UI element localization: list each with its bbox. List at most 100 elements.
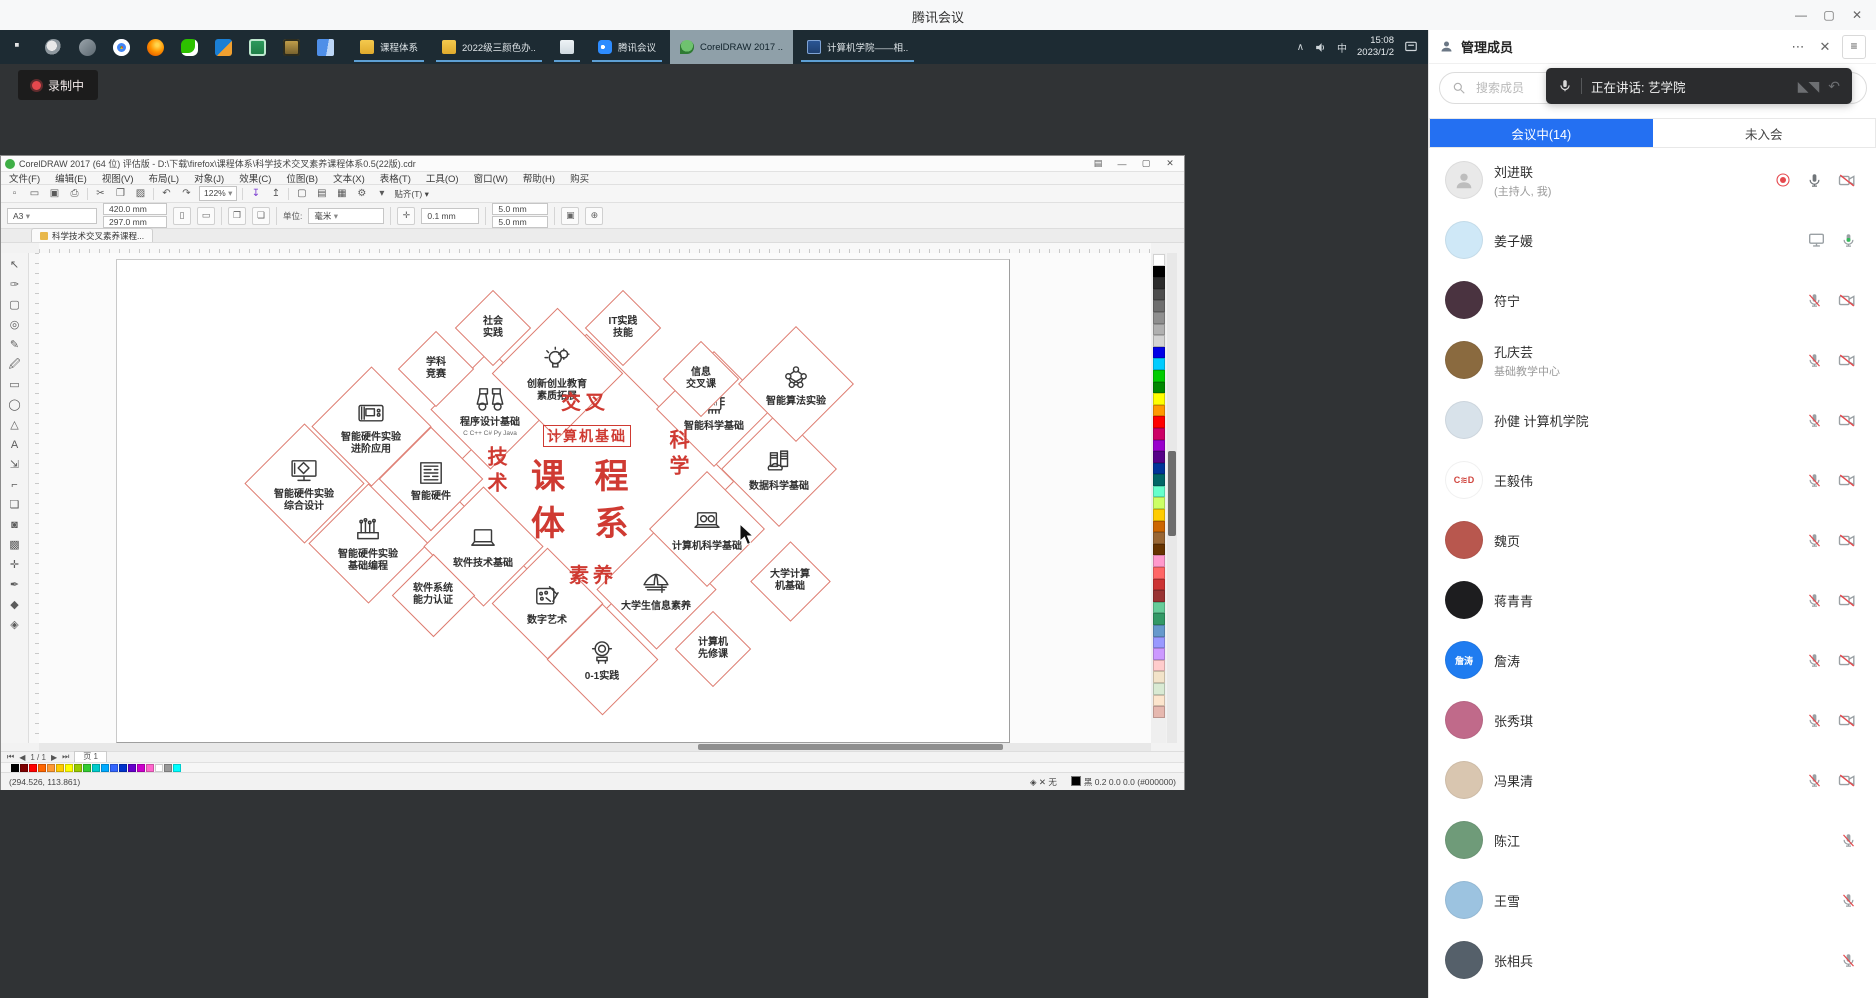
palette-swatch[interactable] [1153, 324, 1165, 336]
palette-swatch[interactable] [1153, 555, 1165, 567]
tab-in-meeting[interactable]: 会议中(14) [1430, 119, 1653, 147]
palette-swatch[interactable] [1153, 393, 1165, 405]
document-palette-swatch[interactable] [155, 764, 163, 772]
toast-undo-icon[interactable]: ↶ [1828, 78, 1840, 95]
participant-row[interactable]: 詹涛詹涛 [1429, 630, 1876, 690]
mic-green-icon[interactable] [1841, 232, 1856, 249]
taskbar-window-腾讯会议[interactable]: 腾讯会议 [588, 30, 666, 64]
page-height-field[interactable]: 297.0 mm [103, 216, 167, 228]
document-palette-swatch[interactable] [83, 764, 91, 772]
tool-shape[interactable]: ✑ [5, 275, 25, 295]
participant-row[interactable]: 蒋青青 [1429, 570, 1876, 630]
palette-swatch[interactable] [1153, 312, 1165, 324]
tool-interactive-fill[interactable]: ◈ [5, 615, 25, 635]
rulers-icon[interactable]: ▤ [314, 187, 329, 201]
taskbar-window-2022级三颜色办..[interactable]: 2022级三颜色办.. [432, 30, 546, 64]
undo-icon[interactable]: ↶ [159, 187, 174, 201]
palette-swatch[interactable] [1153, 521, 1165, 533]
palette-swatch[interactable] [1153, 683, 1165, 695]
app-book-icon[interactable] [310, 32, 340, 62]
document-palette-swatch[interactable] [56, 764, 64, 772]
menu-文件(F)[interactable]: 文件(F) [9, 171, 40, 185]
taskbar-window-课程体系[interactable]: 课程体系 [350, 30, 428, 64]
record-icon[interactable] [1775, 172, 1791, 188]
mic-off-icon[interactable] [1807, 532, 1822, 549]
notification-icon[interactable] [1404, 40, 1418, 54]
document-palette-swatch[interactable] [101, 764, 109, 772]
current-page-icon[interactable]: ❏ [252, 207, 270, 225]
nudge-field[interactable]: 0.1 mm [421, 208, 479, 224]
edge-icon[interactable] [72, 32, 102, 62]
palette-swatch[interactable] [1153, 706, 1165, 718]
cdr-maximize-button[interactable]: ▢ [1136, 158, 1156, 169]
cut-icon[interactable]: ✂ [93, 187, 108, 201]
document-palette-swatch[interactable] [20, 764, 28, 772]
palette-swatch[interactable] [1153, 613, 1165, 625]
app-green-icon[interactable] [242, 32, 272, 62]
tool-outline-pen[interactable]: ✒ [5, 575, 25, 595]
tray-expand-icon[interactable]: ∧ [1297, 42, 1304, 53]
taskbar-window-CorelDRAW 2017 ..[interactable]: CorelDRAW 2017 .. [670, 30, 793, 64]
menu-购买[interactable]: 购买 [570, 171, 589, 185]
palette-swatch[interactable] [1153, 695, 1165, 707]
tool-eyedropper[interactable]: ✛ [5, 555, 25, 575]
tool-contour[interactable]: ◙ [5, 515, 25, 535]
maximize-button[interactable]: ▢ [1816, 4, 1842, 26]
panel-close-icon[interactable]: ✕ [1815, 39, 1835, 55]
cam-off-icon[interactable] [1838, 593, 1856, 608]
palette-swatch[interactable] [1153, 602, 1165, 614]
app-gold-icon[interactable] [276, 32, 306, 62]
menu-布局(L)[interactable]: 布局(L) [148, 171, 179, 185]
palette-swatch[interactable] [1153, 370, 1165, 382]
cam-off-icon[interactable] [1838, 293, 1856, 308]
search-icon[interactable] [38, 32, 68, 62]
cdr-minimize-button[interactable]: — [1112, 159, 1132, 169]
screen-icon[interactable] [1808, 233, 1825, 248]
document-palette-swatch[interactable] [11, 764, 19, 772]
palette-swatch[interactable] [1153, 405, 1165, 417]
palette-swatch[interactable] [1153, 382, 1165, 394]
palette-swatch[interactable] [1153, 416, 1165, 428]
page-width-field[interactable]: 420.0 mm [103, 203, 167, 215]
tool-transparency[interactable]: ▩ [5, 535, 25, 555]
palette-swatch[interactable] [1153, 266, 1165, 278]
palette-swatch[interactable] [1153, 544, 1165, 556]
document-tab[interactable]: 科学技术交叉素养课程... [31, 228, 153, 242]
document-palette-swatch[interactable] [164, 764, 172, 772]
menu-窗口(W)[interactable]: 窗口(W) [474, 171, 508, 185]
palette-swatch[interactable] [1153, 474, 1165, 486]
tool-artistic-media[interactable]: 🖉 [5, 355, 25, 375]
taskbar-window-计算机学院——相..[interactable]: 计算机学院——相.. [797, 30, 918, 64]
cam-off-icon[interactable] [1838, 473, 1856, 488]
tool-freehand[interactable]: ✎ [5, 335, 25, 355]
tool-pick[interactable]: ↖ [5, 255, 25, 275]
menu-位图(B)[interactable]: 位图(B) [286, 171, 318, 185]
tool-ellipse[interactable]: ◯ [5, 395, 25, 415]
participant-row[interactable]: 王雪 [1429, 870, 1876, 930]
menu-对象(J)[interactable]: 对象(J) [194, 171, 224, 185]
mic-off-icon[interactable] [1841, 832, 1856, 849]
minimize-button[interactable]: — [1788, 4, 1814, 26]
mic-off-icon[interactable] [1807, 772, 1822, 789]
units-select[interactable]: 毫米 ▾ [308, 208, 384, 224]
cam-off-icon[interactable] [1838, 173, 1856, 188]
ime-indicator[interactable]: 中 [1337, 40, 1347, 55]
cam-off-icon[interactable] [1838, 413, 1856, 428]
document-palette-swatch[interactable] [38, 764, 46, 772]
tool-fill[interactable]: ◆ [5, 595, 25, 615]
cam-off-icon[interactable] [1838, 773, 1856, 788]
tool-dimension[interactable]: ⇲ [5, 455, 25, 475]
redo-icon[interactable]: ↷ [179, 187, 194, 201]
document-palette-swatch[interactable] [146, 764, 154, 772]
menu-编辑(E)[interactable]: 编辑(E) [55, 171, 87, 185]
palette-swatch[interactable] [1153, 648, 1165, 660]
tool-crop[interactable]: ▢ [5, 295, 25, 315]
cam-off-icon[interactable] [1838, 653, 1856, 668]
taskbar-window-file[interactable] [550, 30, 584, 64]
open-icon[interactable]: ▭ [27, 187, 42, 201]
document-palette-swatch[interactable] [29, 764, 37, 772]
palette-swatch[interactable] [1153, 660, 1165, 672]
snap-to-select[interactable]: 贴齐(T) ▾ [394, 188, 428, 200]
start-icon[interactable] [4, 32, 34, 62]
participant-row[interactable]: 孙健 计算机学院 [1429, 390, 1876, 450]
